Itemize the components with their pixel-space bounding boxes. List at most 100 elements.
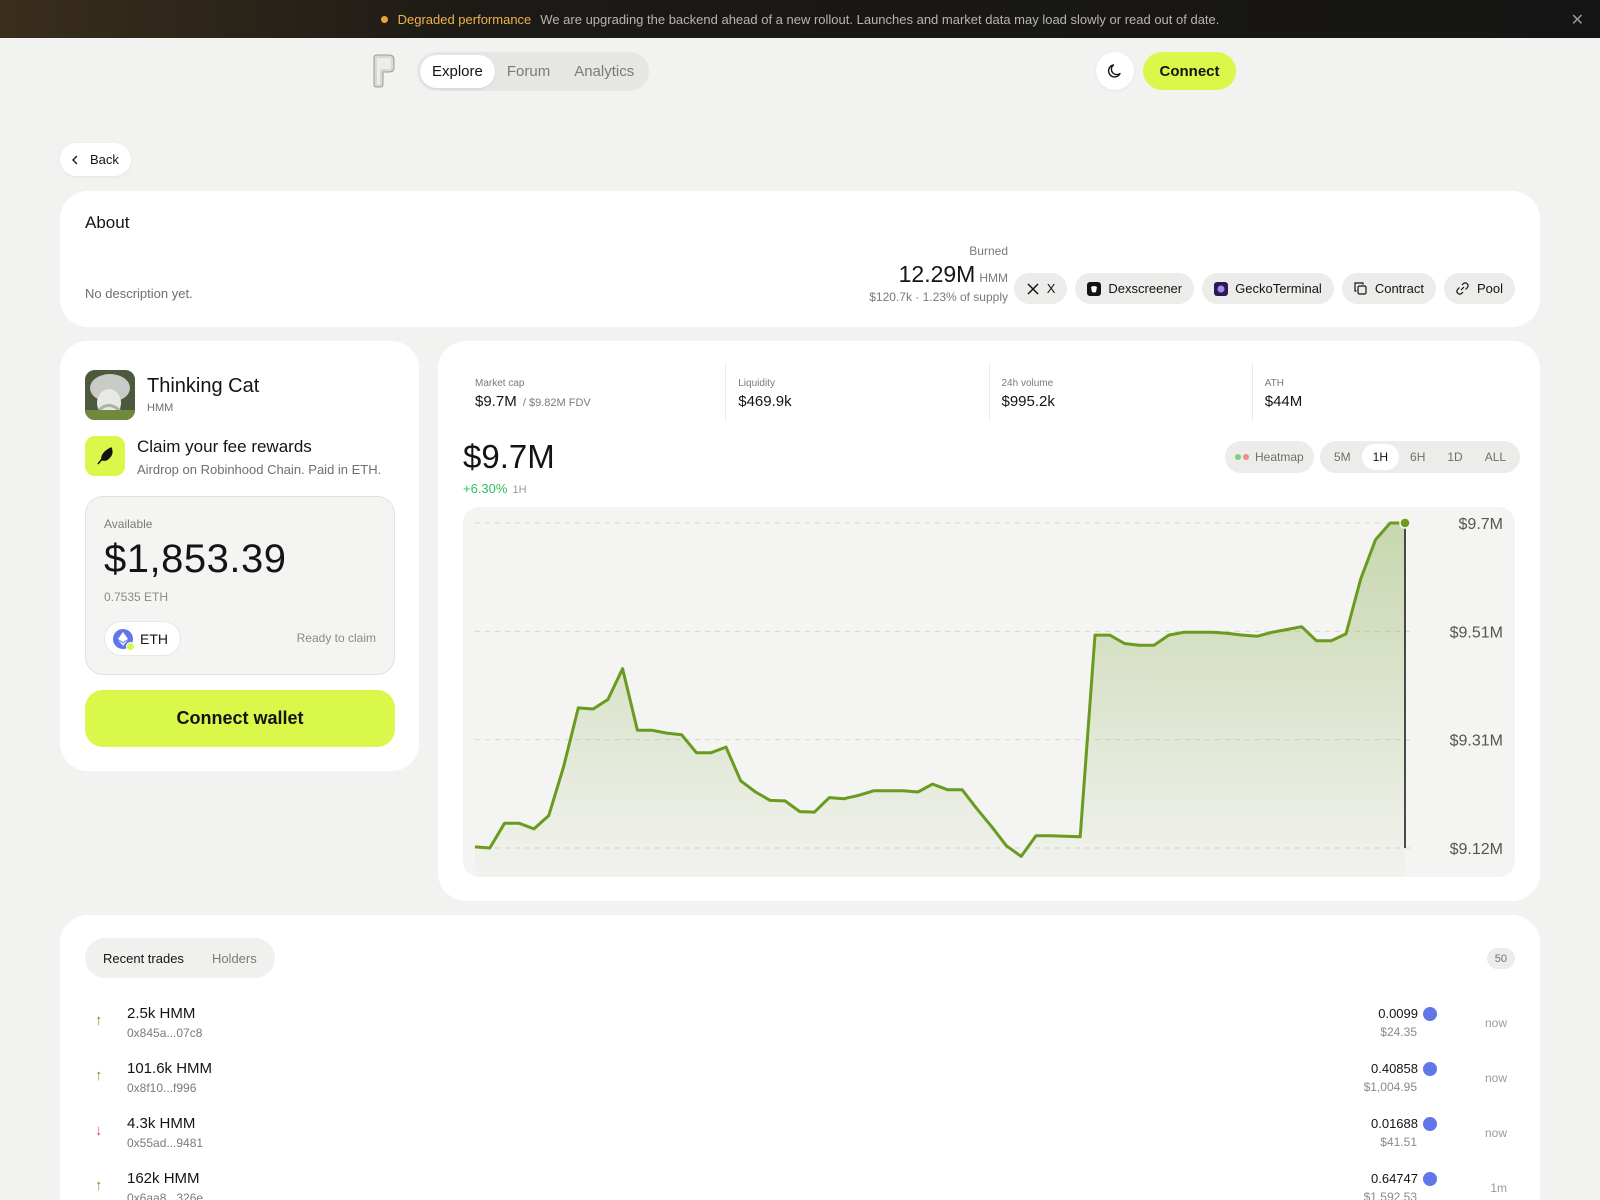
trade-usd: $41.51 <box>1380 1135 1417 1149</box>
available-eth: 0.7535 ETH <box>104 590 169 604</box>
link-dexscreener[interactable]: Dexscreener <box>1075 273 1195 304</box>
burned-stat: Burned 12.29M HMM $120.7k · 1.23% of supp… <box>869 244 1008 304</box>
stat-market-cap: Market cap $9.7M / $9.82M FDV <box>463 362 727 422</box>
currency-selector[interactable]: ETH <box>104 621 181 656</box>
range-1h[interactable]: 1H <box>1361 444 1400 470</box>
tab-holders[interactable]: Holders <box>198 942 271 974</box>
trades-tabs: Recent trades Holders <box>85 938 275 978</box>
trade-row[interactable]: ↑ 162k HMM 0x6aa8...326e 0.64747 $1,592.53 1m <box>85 1163 1515 1200</box>
trade-row[interactable]: ↑ 101.6k HMM 0x8f10...f996 0.40858 $1,004.95… <box>85 1053 1515 1105</box>
arrow-up-icon: ↑ <box>95 1177 103 1194</box>
trade-time: now <box>1484 1016 1507 1030</box>
trade-eth: 0.40858 <box>1371 1061 1437 1076</box>
back-button[interactable]: Back <box>60 143 131 176</box>
eth-icon <box>1423 1006 1437 1021</box>
token-name: Thinking Cat <box>147 375 260 397</box>
last-price-point <box>1399 517 1411 529</box>
trades-count-badge: 50 <box>1486 948 1515 969</box>
stat-value: $9.7M <box>475 393 517 410</box>
banner-message: We are upgrading the backend ahead of a … <box>540 11 1220 27</box>
trade-address[interactable]: 0x55ad...9481 <box>127 1136 203 1150</box>
trade-eth-value: 0.0099 <box>1378 1006 1418 1021</box>
close-icon[interactable]: ✕ <box>1571 10 1584 30</box>
y-tick-label: $9.7M <box>1459 516 1503 533</box>
currency-label: ETH <box>140 630 168 647</box>
available-label: Available <box>104 517 153 531</box>
burned-unit: HMM <box>979 271 1008 285</box>
link-icon <box>1456 282 1470 296</box>
tab-forum[interactable]: Forum <box>495 55 562 88</box>
connect-button[interactable]: Connect <box>1143 52 1236 90</box>
token-card: Thinking Cat HMM Claim your fee rewards … <box>60 341 419 771</box>
theme-toggle-button[interactable] <box>1096 52 1134 90</box>
heatmap-dots-icon <box>1235 454 1249 460</box>
trade-time: 1m <box>1490 1181 1507 1195</box>
trade-eth-value: 0.40858 <box>1371 1061 1418 1076</box>
stats-bar: Market cap $9.7M / $9.82M FDV Liquidity … <box>463 362 1515 422</box>
main-nav: Explore Forum Analytics <box>417 52 650 91</box>
token-symbol: HMM <box>147 402 174 414</box>
trade-eth: 0.01688 <box>1371 1116 1437 1131</box>
link-dexscreener-label: Dexscreener <box>1108 281 1183 296</box>
token-avatar <box>85 370 135 420</box>
dexscreener-icon <box>1087 281 1102 296</box>
range-5m[interactable]: 5M <box>1323 444 1362 470</box>
connect-wallet-button[interactable]: Connect wallet <box>85 690 395 747</box>
banner-title: Degraded performance <box>397 11 532 27</box>
trade-amount: 162k HMM <box>127 1170 200 1187</box>
trade-address[interactable]: 0x845a...07c8 <box>127 1026 202 1040</box>
stat-label: Liquidity <box>738 378 775 389</box>
about-card: About No description yet. Burned 12.29M H… <box>60 191 1540 327</box>
copy-icon <box>1354 282 1368 296</box>
trade-address[interactable]: 0x6aa8...326e <box>127 1191 203 1200</box>
stat-label: Market cap <box>475 378 525 389</box>
about-description: No description yet. <box>85 286 193 301</box>
heatmap-label: Heatmap <box>1255 450 1304 464</box>
current-price: $9.7M <box>463 438 555 475</box>
link-x[interactable]: X <box>1013 273 1068 304</box>
about-title: About <box>85 213 130 232</box>
link-x-label: X <box>1046 281 1056 296</box>
stat-ath: ATH $44M <box>1253 362 1515 422</box>
y-tick-label: $9.31M <box>1450 733 1503 750</box>
link-geckoterminal[interactable]: GeckoTerminal <box>1202 273 1334 304</box>
app-logo[interactable] <box>372 54 396 88</box>
trade-row[interactable]: ↑ 2.5k HMM 0x845a...07c8 0.0099 $24.35 now <box>85 998 1515 1050</box>
chevron-left-icon <box>72 155 78 164</box>
trade-amount: 2.5k HMM <box>127 1005 196 1022</box>
trade-time: now <box>1484 1126 1507 1140</box>
stat-label: ATH <box>1264 378 1285 389</box>
price-chart[interactable]: $9.7M $9.51M $9.31M $9.12M <box>463 507 1515 877</box>
token-links: X Dexscreener GeckoTerminal Contract Poo… <box>1013 273 1515 304</box>
trade-eth: 0.0099 <box>1378 1006 1437 1021</box>
trade-row[interactable]: ↓ 4.3k HMM 0x55ad...9481 0.01688 $41.51 now <box>85 1108 1515 1160</box>
claim-title: Claim your fee rewards <box>137 437 312 456</box>
eth-icon <box>1423 1171 1437 1186</box>
link-pool[interactable]: Pool <box>1443 273 1515 304</box>
link-contract[interactable]: Contract <box>1341 273 1436 304</box>
eth-icon <box>113 628 135 651</box>
price-area <box>475 523 1405 877</box>
tab-recent-trades[interactable]: Recent trades <box>89 942 198 974</box>
tab-analytics[interactable]: Analytics <box>562 55 646 88</box>
geckoterminal-icon <box>1214 281 1229 296</box>
range-6h[interactable]: 6H <box>1399 444 1436 470</box>
stat-value: $469.9k <box>738 393 792 410</box>
status-banner: Degraded performance We are upgrading th… <box>0 0 1600 38</box>
eth-icon <box>1423 1116 1437 1131</box>
claim-status: Ready to claim <box>296 631 376 645</box>
trade-usd: $1,592.53 <box>1363 1190 1417 1200</box>
range-all[interactable]: ALL <box>1474 444 1517 470</box>
trade-address[interactable]: 0x8f10...f996 <box>127 1081 196 1095</box>
trade-usd: $24.35 <box>1380 1025 1417 1039</box>
feather-icon <box>85 436 125 476</box>
trade-usd: $1,004.95 <box>1363 1080 1417 1094</box>
stat-24h-volume: 24h volume $995.2k <box>990 362 1253 422</box>
heatmap-toggle[interactable]: Heatmap <box>1225 441 1314 473</box>
tab-explore[interactable]: Explore <box>420 55 495 88</box>
range-1d[interactable]: 1D <box>1436 444 1473 470</box>
back-label: Back <box>90 152 119 167</box>
stat-extra: / $9.82M FDV <box>522 397 591 409</box>
time-range-selector: 5M 1H 6H 1D ALL <box>1320 441 1521 473</box>
trade-eth: 0.64747 <box>1371 1171 1437 1186</box>
